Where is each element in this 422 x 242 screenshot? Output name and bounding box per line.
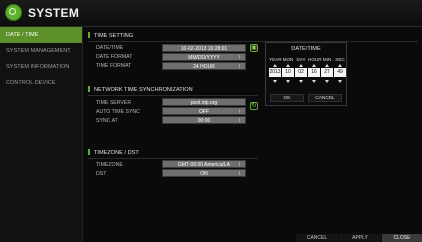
time-server-value: pool.ntp.org: [190, 100, 218, 106]
sec-value[interactable]: 49: [334, 68, 346, 77]
mon-up-arrow-icon[interactable]: [286, 64, 290, 67]
timezone-value: GMT-08:00 America/LA: [178, 162, 230, 168]
mon-value[interactable]: 10: [282, 68, 294, 77]
day-value[interactable]: 02: [295, 68, 307, 77]
column-min: MIN: [322, 57, 332, 62]
timezone-title: TIMEZONE / DST: [88, 149, 139, 156]
year-value[interactable]: 2013: [269, 68, 281, 77]
sidebar-item-date-time[interactable]: DATE / TIME: [0, 27, 82, 43]
dropdown-icon: [239, 55, 244, 59]
divider: [88, 158, 258, 159]
column-day: DAY: [296, 57, 306, 62]
column-year: YEAR: [269, 57, 282, 62]
date-format-label: DATE FORMAT: [96, 54, 133, 60]
time-format-label: TIME FORMAT: [96, 63, 132, 69]
sidebar-item-system-management[interactable]: SYSTEM MANAGEMENT: [0, 43, 82, 59]
sidebar-item-system-information[interactable]: SYSTEM INFORMATION: [0, 59, 82, 75]
column-hour: HOUR: [308, 57, 322, 62]
mon-down-arrow-icon[interactable]: [286, 80, 290, 83]
dialog-cancel-button[interactable]: CANCEL: [308, 94, 342, 102]
sidebar-item-control-device[interactable]: CONTROL DEVICE: [0, 75, 82, 91]
dialog-title: DATE/TIME: [291, 46, 321, 52]
sec-up-arrow-icon[interactable]: [338, 64, 342, 67]
auto-time-sync-value: OFF: [199, 109, 209, 115]
close-button[interactable]: CLOSE: [382, 234, 422, 242]
date-time-field[interactable]: 10-02-2013 16:28:01: [162, 44, 246, 52]
divider: [88, 41, 418, 42]
title-bar: SYSTEM: [0, 0, 422, 27]
date-format-value: MM/DD/YYYY: [188, 55, 220, 61]
year-up-arrow-icon[interactable]: [273, 64, 277, 67]
dropdown-icon: [239, 109, 244, 113]
cancel-button[interactable]: CANCEL: [296, 234, 338, 242]
auto-time-sync-select[interactable]: OFF: [162, 107, 246, 115]
hour-value[interactable]: 16: [308, 68, 320, 77]
sync-icon[interactable]: ↻: [250, 102, 258, 110]
sync-at-value: 00:00: [197, 118, 211, 124]
min-value[interactable]: 27: [321, 68, 333, 77]
system-logo-icon: [5, 4, 22, 21]
time-setting-title: TIME SETTING: [88, 32, 133, 39]
auto-time-sync-label: AUTO TIME SYNC: [96, 109, 140, 115]
divider: [88, 95, 258, 96]
time-server-label: TIME SERVER: [96, 100, 132, 106]
timezone-label: TIMEZONE: [96, 162, 123, 168]
dropdown-icon: [239, 171, 244, 175]
page-title: SYSTEM: [28, 6, 80, 20]
dst-label: DST: [96, 171, 107, 177]
time-server-field[interactable]: pool.ntp.org: [162, 98, 246, 106]
date-time-label: DATE/TIME: [96, 45, 124, 51]
sec-down-arrow-icon[interactable]: [338, 80, 342, 83]
date-time-value: 10-02-2013 16:28:01: [180, 46, 228, 52]
dialog-ok-button[interactable]: OK: [270, 94, 304, 102]
sync-at-label: SYNC AT: [96, 118, 118, 124]
date-format-select[interactable]: MM/DD/YYYY: [162, 53, 246, 61]
time-format-select[interactable]: 24 HOUR: [162, 62, 246, 70]
column-sec: SEC: [335, 57, 345, 62]
hour-up-arrow-icon[interactable]: [312, 64, 316, 67]
apply-button[interactable]: APPLY: [339, 234, 381, 242]
date-time-dialog: DATE/TIME YEAR MON DAY HOUR MIN SEC 2013…: [265, 42, 347, 106]
dst-value: ON: [200, 171, 208, 177]
day-up-arrow-icon[interactable]: [299, 64, 303, 67]
column-mon: MON: [282, 57, 294, 62]
hour-down-arrow-icon[interactable]: [312, 80, 316, 83]
content-panel: TIME SETTING DATE/TIME 10-02-2013 16:28:…: [84, 27, 422, 242]
day-down-arrow-icon[interactable]: [299, 80, 303, 83]
sync-at-select[interactable]: 00:00: [162, 116, 246, 124]
dropdown-icon: [239, 64, 244, 68]
dst-select[interactable]: ON: [162, 169, 246, 177]
ntp-title: NETWORK TIME SYNCHRONIZATION: [88, 86, 193, 93]
year-down-arrow-icon[interactable]: [273, 80, 277, 83]
dropdown-icon: [239, 118, 244, 122]
calendar-icon[interactable]: ▣: [250, 44, 258, 52]
dropdown-icon: [239, 162, 244, 166]
time-format-value: 24 HOUR: [193, 64, 215, 70]
min-down-arrow-icon[interactable]: [325, 80, 329, 83]
min-up-arrow-icon[interactable]: [325, 64, 329, 67]
sidebar: DATE / TIME SYSTEM MANAGEMENT SYSTEM INF…: [0, 27, 83, 242]
timezone-select[interactable]: GMT-08:00 America/LA: [162, 160, 246, 168]
